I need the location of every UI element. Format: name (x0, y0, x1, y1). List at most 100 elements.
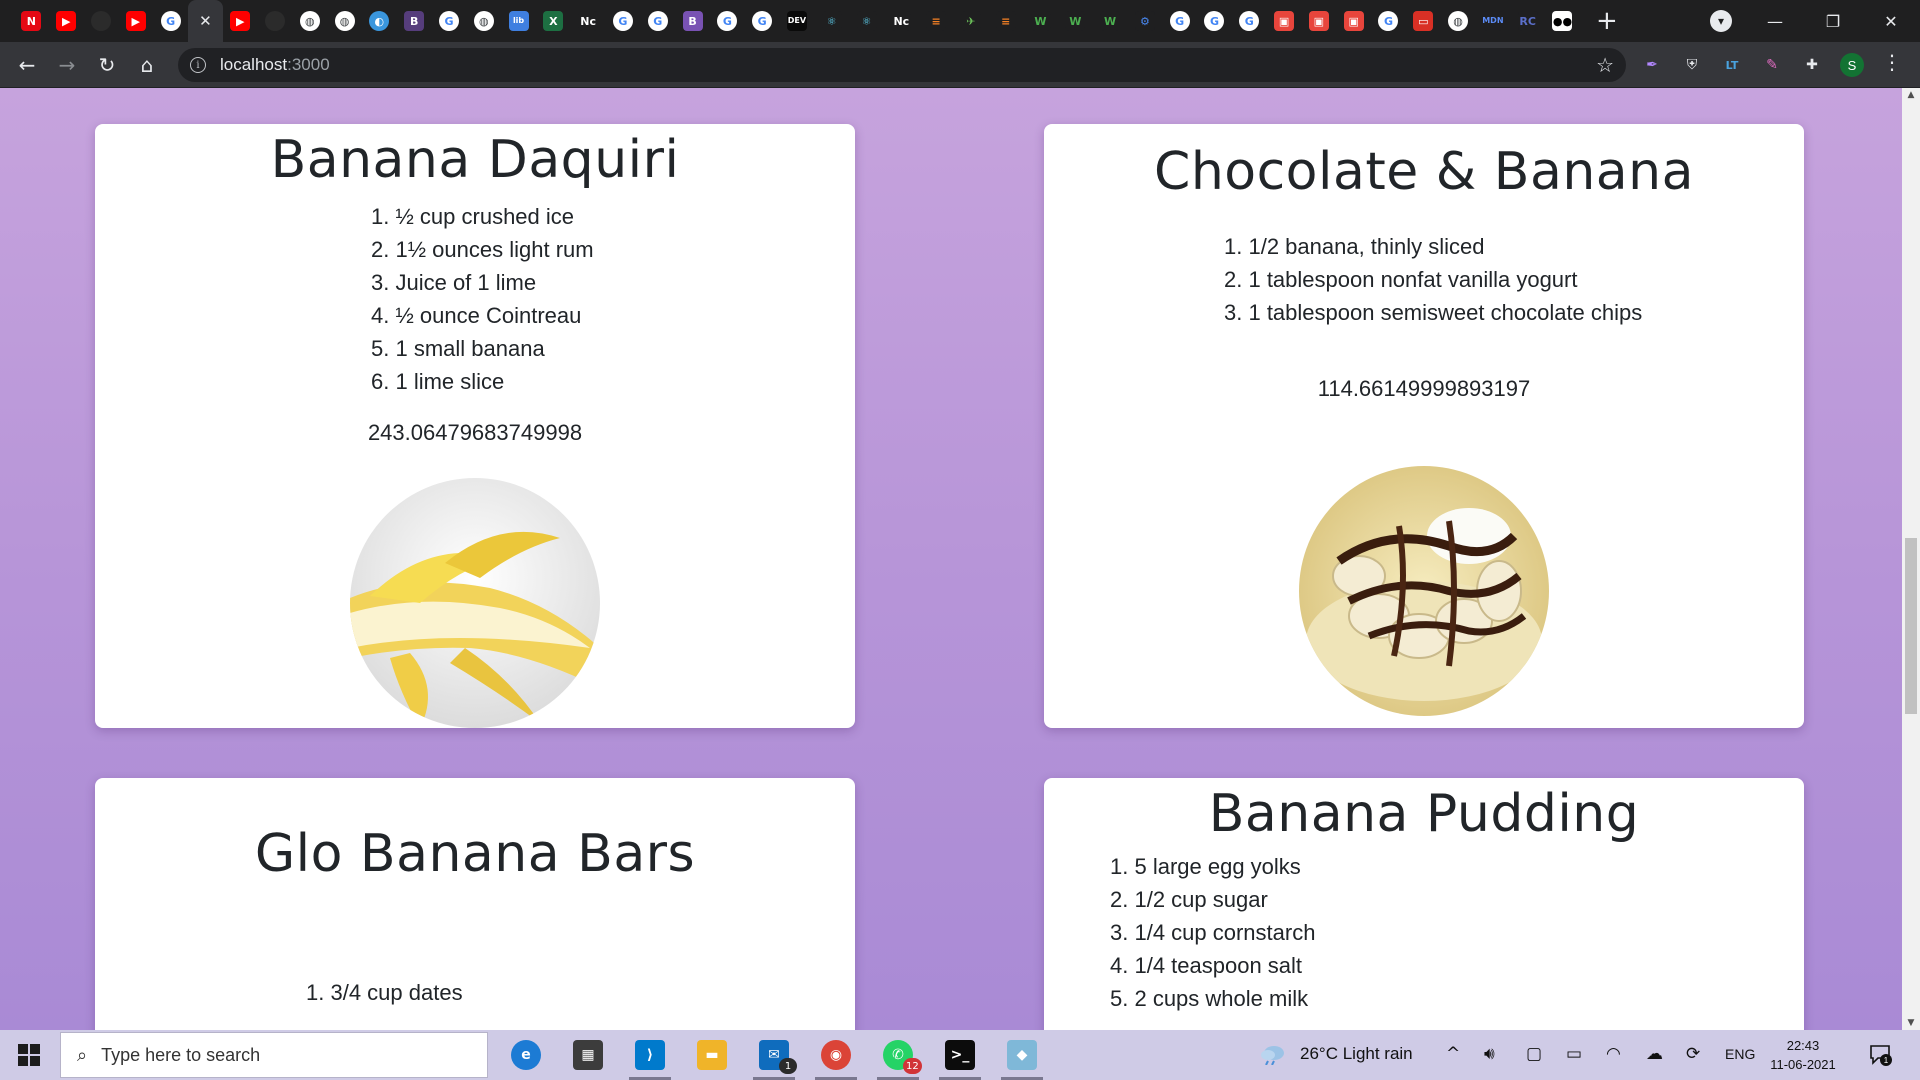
taskbar-app[interactable]: ▦ (559, 1030, 617, 1080)
onedrive-icon[interactable]: ☁ (1646, 1044, 1663, 1064)
restore-icon[interactable]: ❐ (1810, 0, 1856, 42)
scroll-down-icon[interactable]: ▼ (1902, 1018, 1920, 1028)
browser-tab[interactable]: W (1023, 0, 1058, 42)
update-icon[interactable]: ⟳ (1686, 1044, 1700, 1064)
browser-tab[interactable]: X (536, 0, 571, 42)
browser-tab[interactable]: ▶ (223, 0, 258, 42)
browser-tab[interactable]: G (745, 0, 780, 42)
browser-tab[interactable]: Nc (884, 0, 919, 42)
taskbar-app[interactable]: e (497, 1030, 555, 1080)
minimize-icon[interactable]: — (1752, 0, 1798, 42)
browser-tab[interactable]: ◍ (1441, 0, 1476, 42)
browser-tab[interactable] (258, 0, 293, 42)
browser-tab[interactable]: ▶ (118, 0, 153, 42)
feather-extension-icon[interactable]: ✒ (1642, 55, 1662, 75)
browser-tab[interactable]: G (710, 0, 745, 42)
browser-tab[interactable]: ▶ (49, 0, 84, 42)
browser-tab[interactable]: B (675, 0, 710, 42)
browser-tab[interactable]: DEV (780, 0, 815, 42)
show-hidden-icons-icon[interactable]: ^ (1446, 1044, 1460, 1064)
browser-tab[interactable]: N (14, 0, 49, 42)
browser-tab[interactable]: ▣ (1301, 0, 1336, 42)
browser-tab[interactable]: MDN (1475, 0, 1510, 42)
site-info-icon[interactable]: i (190, 57, 206, 73)
battery-icon[interactable]: ▭ (1566, 1044, 1582, 1064)
new-tab-button[interactable]: + (1590, 0, 1624, 42)
taskbar-app[interactable]: ✉ 1 (745, 1030, 803, 1080)
volume-icon[interactable]: 🔊︎ (1484, 1044, 1495, 1064)
scrollbar-thumb[interactable] (1905, 538, 1917, 714)
taskbar-app[interactable]: ◉ (807, 1030, 865, 1080)
browser-tab[interactable]: B (397, 0, 432, 42)
url-text[interactable]: localhost:3000 (220, 55, 330, 75)
browser-tab[interactable]: G (432, 0, 467, 42)
browser-tab[interactable]: G (1162, 0, 1197, 42)
notes-icon: ◆ (1007, 1040, 1037, 1070)
browser-tab[interactable]: lib (501, 0, 536, 42)
browser-tab[interactable]: RC (1510, 0, 1545, 42)
browser-menu-icon[interactable]: ⋮ (1882, 50, 1902, 74)
extensions-puzzle-icon[interactable]: ✚ (1802, 55, 1822, 75)
vertical-scrollbar[interactable]: ▲ ▼ (1902, 88, 1920, 1030)
home-icon[interactable]: ⌂ (132, 50, 162, 80)
weather-text[interactable]: 26°C Light rain (1300, 1044, 1413, 1064)
taskbar-app[interactable]: ✆ 12 (869, 1030, 927, 1080)
address-bar[interactable]: i localhost:3000 ☆ (178, 48, 1626, 82)
taskbar-app[interactable]: >_ (931, 1030, 989, 1080)
browser-tab[interactable]: ⚙ (1128, 0, 1163, 42)
browser-tab[interactable]: ▣ (1336, 0, 1371, 42)
browser-tab[interactable]: G (640, 0, 675, 42)
clock[interactable]: 22:43 11-06-2021 (1768, 1036, 1838, 1074)
window-close-icon[interactable]: ✕ (1868, 0, 1914, 42)
browser-tab[interactable]: ◐ (362, 0, 397, 42)
recipe-number: 243.06479683749998 (367, 420, 583, 445)
pen-extension-icon[interactable]: ✎ (1762, 55, 1782, 75)
browser-tab[interactable]: Nc (571, 0, 606, 42)
store-icon: ▦ (573, 1040, 603, 1070)
browser-tab[interactable]: ◍ (327, 0, 362, 42)
browser-tab[interactable]: ≡ (988, 0, 1023, 42)
ingredient-list: 1. 5 large egg yolks 2. 1/2 cup sugar 3.… (1110, 850, 1804, 1015)
browser-tab[interactable]: G (606, 0, 641, 42)
browser-tab[interactable]: ⚛ (849, 0, 884, 42)
browser-tab[interactable]: G (1371, 0, 1406, 42)
mdn-icon: MDN (1482, 11, 1504, 31)
browser-tab[interactable]: ⚛ (814, 0, 849, 42)
browser-tab[interactable]: W (1058, 0, 1093, 42)
browser-tab[interactable]: ✈ (954, 0, 989, 42)
meet-now-icon[interactable]: ▢ (1526, 1044, 1542, 1064)
taskbar-app[interactable]: ◆ (993, 1030, 1051, 1080)
notification-center-icon[interactable]: 1 (1868, 1042, 1892, 1066)
taskbar-app[interactable]: ▬ (683, 1030, 741, 1080)
browser-tab[interactable]: ≡ (919, 0, 954, 42)
browser-tab[interactable]: ◍ (292, 0, 327, 42)
browser-tab[interactable]: G (1197, 0, 1232, 42)
reload-icon[interactable]: ↻ (92, 50, 122, 80)
browser-tab[interactable] (84, 0, 119, 42)
google-icon: G (1169, 11, 1190, 31)
browser-tab[interactable]: ◍ (466, 0, 501, 42)
google-icon: G (612, 11, 633, 31)
browser-tab[interactable]: ✕ (187, 0, 223, 42)
weather-cloud-icon[interactable] (1260, 1043, 1286, 1066)
browser-tab[interactable]: ▣ (1267, 0, 1302, 42)
taskbar-app[interactable]: ⟩ (621, 1030, 679, 1080)
tab-search-icon[interactable]: ▾ (1710, 10, 1732, 32)
browser-tab[interactable]: ●● (1545, 0, 1580, 42)
forward-icon[interactable]: → (52, 50, 82, 80)
google-icon: G (1378, 11, 1399, 31)
browser-tab[interactable]: ▭ (1406, 0, 1441, 42)
browser-tab[interactable]: W (1093, 0, 1128, 42)
lt-extension-icon[interactable]: LT (1722, 55, 1742, 75)
profile-avatar[interactable]: S (1840, 53, 1864, 77)
taskbar-search-input[interactable]: ⌕ Type here to search (60, 1032, 488, 1078)
browser-tab[interactable]: G (1232, 0, 1267, 42)
bookmark-star-icon[interactable]: ☆ (1596, 53, 1614, 77)
shield-extension-icon[interactable]: ⛨ (1682, 55, 1702, 75)
wifi-icon[interactable]: ◠ (1606, 1044, 1621, 1064)
windows-start-icon[interactable] (18, 1044, 40, 1066)
scroll-up-icon[interactable]: ▲ (1902, 90, 1920, 100)
language-indicator[interactable]: ENG (1725, 1046, 1755, 1062)
browser-tab[interactable]: G (153, 0, 188, 42)
back-icon[interactable]: ← (12, 50, 42, 80)
